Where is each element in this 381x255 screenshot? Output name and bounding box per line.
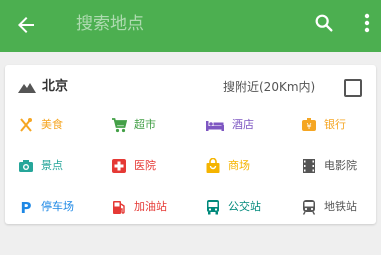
category-label: 酒店: [232, 118, 254, 131]
category-item-parking[interactable]: P 停车场: [18, 195, 75, 219]
category-item-hospital[interactable]: 医院: [111, 154, 156, 178]
category-grid: 美食 超市 酒店 ¥ 银行 景点 医院 商场 电影院 P 停车场 加油站 公交站…: [5, 113, 376, 236]
category-label: 停车场: [41, 200, 74, 213]
category-label: 银行: [324, 118, 346, 131]
more-vert-icon[interactable]: [360, 12, 374, 34]
subway-icon: [302, 200, 316, 215]
bank-icon: ¥: [302, 118, 316, 131]
category-label: 电影院: [324, 159, 357, 172]
nearby-label: 搜附近(20Km内): [223, 80, 316, 94]
arrow-left-icon[interactable]: [14, 13, 38, 37]
category-label: 地铁站: [324, 200, 357, 213]
mountain-icon: [18, 83, 36, 93]
category-item-supermarket[interactable]: 超市: [111, 113, 156, 137]
category-item-mall[interactable]: 商场: [205, 154, 250, 178]
category-row: 景点 医院 商场 电影院: [5, 154, 376, 195]
search-placeholder[interactable]: 搜索地点: [76, 13, 144, 35]
category-label: 商场: [228, 159, 250, 172]
hospital-icon: [112, 159, 126, 173]
svg-text:P: P: [21, 199, 32, 215]
app-bar: 搜索地点: [0, 0, 381, 52]
svg-text:¥: ¥: [306, 122, 311, 131]
gas-station-icon: [113, 201, 125, 214]
category-label: 景点: [41, 159, 63, 172]
camera-icon: [19, 160, 33, 172]
nearby-checkbox[interactable]: [344, 79, 362, 97]
bus-icon: [207, 200, 219, 215]
category-card: 北京 搜附近(20Km内) 美食 超市 酒店 ¥ 银行 景点 医院 商场 电影院…: [5, 65, 376, 224]
bed-icon: [206, 121, 224, 131]
category-item-bank[interactable]: ¥ 银行: [301, 113, 346, 137]
fork-knife-icon: [20, 118, 32, 132]
cart-icon: [112, 118, 127, 133]
category-row: P 停车场 加油站 公交站 地铁站: [5, 195, 376, 236]
shopping-bag-icon: [206, 158, 220, 173]
category-label: 医院: [134, 159, 156, 172]
category-item-hotel[interactable]: 酒店: [205, 113, 254, 137]
category-item-gas-station[interactable]: 加油站: [111, 195, 167, 219]
parking-icon: P: [21, 199, 32, 215]
category-label: 加油站: [134, 200, 167, 213]
category-item-scenic[interactable]: 景点: [18, 154, 63, 178]
category-row: 美食 超市 酒店 ¥ 银行: [5, 113, 376, 154]
search-icon[interactable]: [313, 12, 335, 34]
category-label: 超市: [134, 118, 156, 131]
category-item-subway[interactable]: 地铁站: [301, 195, 357, 219]
film-icon: [303, 159, 315, 173]
category-item-food[interactable]: 美食: [18, 113, 63, 137]
category-item-bus-stop[interactable]: 公交站: [205, 195, 261, 219]
city-name[interactable]: 北京: [42, 78, 68, 96]
category-item-cinema[interactable]: 电影院: [301, 154, 357, 178]
category-label: 美食: [41, 118, 63, 131]
category-label: 公交站: [228, 200, 261, 213]
